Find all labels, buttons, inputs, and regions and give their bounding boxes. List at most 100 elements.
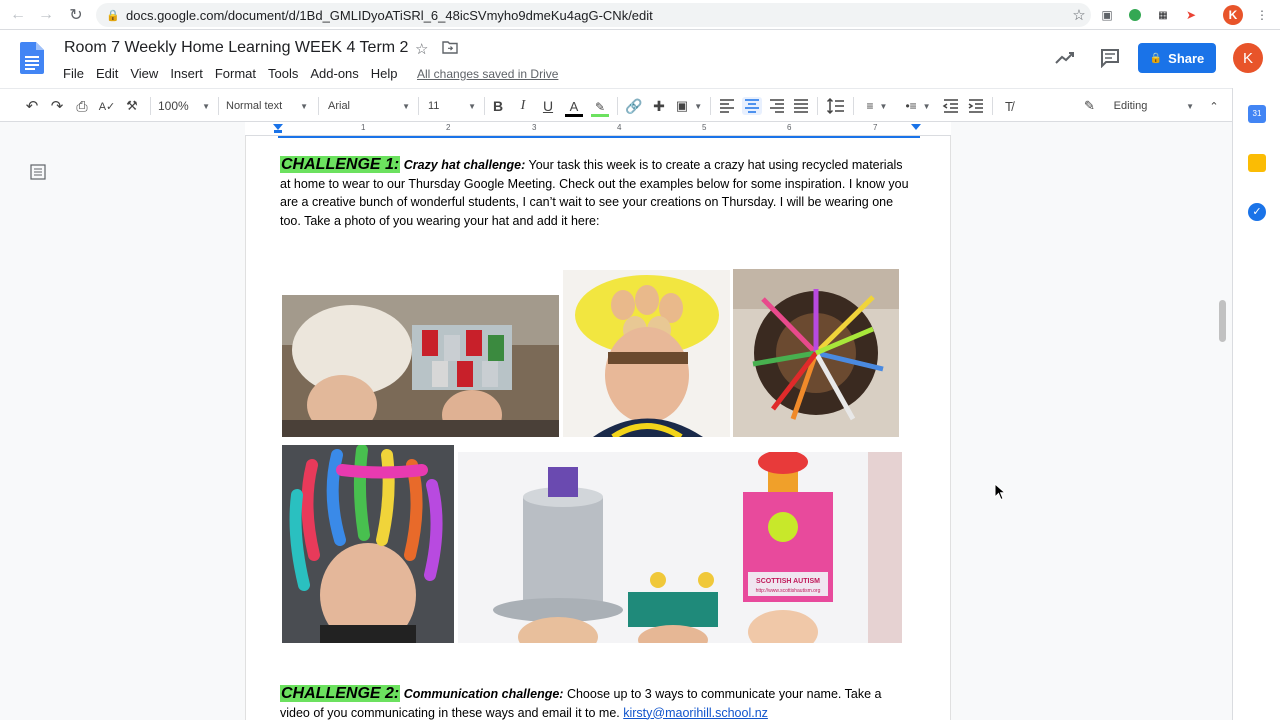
justify-icon[interactable] — [792, 97, 810, 115]
account-avatar[interactable]: K — [1233, 43, 1263, 73]
chevron-down-icon: ▼ — [922, 101, 931, 111]
zoom-select[interactable]: 100% ▼ — [158, 97, 210, 115]
hat-badge-text: SCOTTISH AUTISM — [756, 578, 820, 585]
document-title[interactable]: Room 7 Weekly Home Learning WEEK 4 Term … — [64, 39, 408, 57]
url-text[interactable]: docs.google.com/document/d/1Bd_GMLIDyoAT… — [126, 8, 1067, 23]
highlight-color-icon[interactable]: ✎ — [590, 97, 610, 119]
menu-view[interactable]: View — [124, 65, 164, 83]
menu-tools[interactable]: Tools — [262, 65, 304, 83]
tasks-icon[interactable]: ✓ — [1248, 203, 1266, 221]
chevron-down-icon: ▼ — [1186, 101, 1194, 111]
move-to-folder-icon[interactable] — [442, 40, 458, 54]
browser-menu-icon[interactable]: ⋮ — [1252, 5, 1272, 25]
menu-edit[interactable]: Edit — [90, 65, 124, 83]
star-icon[interactable]: ☆ — [415, 40, 428, 58]
editing-mode-label: Editing — [1113, 100, 1148, 112]
insert-image-icon[interactable]: ▣ ▼ — [674, 97, 704, 115]
clear-formatting-icon[interactable]: T̸ — [1000, 97, 1018, 115]
decrease-indent-icon[interactable] — [942, 97, 960, 115]
side-panel: 31 ✓ — [1232, 88, 1280, 720]
crazy-hat-photo-eggs[interactable] — [563, 270, 730, 437]
chevron-down-icon: ▼ — [468, 101, 476, 111]
horizontal-ruler[interactable]: 1 2 3 4 5 6 7 — [245, 122, 951, 136]
spellcheck-icon[interactable]: A✓ — [97, 97, 117, 115]
google-docs-logo-icon[interactable] — [20, 42, 44, 74]
hat-badge-url: http://www.scottishautism.org — [756, 588, 821, 594]
address-bar[interactable]: 🔒 docs.google.com/document/d/1Bd_GMLIDyo… — [96, 3, 1091, 27]
ruler-number: 7 — [873, 123, 878, 132]
calendar-icon[interactable]: 31 — [1248, 105, 1266, 123]
underline-icon[interactable]: U — [539, 97, 557, 115]
extension-icon-4[interactable]: ➤ — [1181, 5, 1201, 25]
browser-profile-avatar[interactable]: K — [1223, 5, 1243, 25]
back-icon[interactable]: ← — [4, 1, 32, 29]
font-value: Arial — [328, 100, 351, 112]
highlight-color-swatch — [591, 113, 609, 117]
align-center-icon[interactable] — [742, 97, 762, 115]
editing-mode-select[interactable]: ✎ Editing ▼ — [1084, 97, 1194, 115]
align-left-icon[interactable] — [718, 97, 736, 115]
menu-add-ons[interactable]: Add-ons — [304, 65, 364, 83]
teacher-email-link[interactable]: kirsty@maorihill.school.nz — [623, 706, 768, 720]
share-button[interactable]: 🔒 Share — [1138, 43, 1216, 73]
challenge-2-heading: CHALLENGE 2: — [280, 685, 401, 702]
insert-link-icon[interactable]: 🔗 — [624, 97, 644, 115]
crazy-hat-photo-flowers[interactable] — [733, 269, 899, 437]
share-button-label: Share — [1168, 50, 1205, 66]
extension-icon-1[interactable]: ▣ — [1097, 5, 1117, 25]
crazy-hat-photo-three-kids[interactable]: SCOTTISH AUTISM http://www.scottishautis… — [458, 452, 902, 643]
increase-indent-icon[interactable] — [967, 97, 985, 115]
add-comment-icon[interactable]: ✚ — [649, 97, 669, 115]
challenge-1-subheading: Crazy hat challenge: — [403, 158, 526, 172]
vertical-scrollbar-thumb[interactable] — [1219, 300, 1226, 342]
left-indent-marker-icon[interactable] — [273, 124, 283, 133]
forward-icon[interactable]: → — [32, 1, 60, 29]
hide-menus-icon[interactable]: ⌃ — [1206, 97, 1222, 115]
challenge-1-heading: CHALLENGE 1: — [280, 156, 401, 173]
keep-icon[interactable] — [1248, 154, 1266, 172]
bookmark-star-icon[interactable]: ☆ — [1067, 6, 1091, 24]
text-color-icon[interactable]: A — [564, 97, 584, 119]
redo-icon[interactable]: ↷ — [47, 97, 67, 115]
comment-history-icon[interactable] — [1100, 48, 1120, 68]
print-icon[interactable]: ⎙ — [72, 97, 92, 115]
reload-icon[interactable]: ↻ — [62, 1, 90, 29]
crazy-hat-photo-cans[interactable] — [282, 295, 559, 437]
bulleted-list-icon[interactable]: •≡ ▼ — [900, 97, 936, 115]
menu-file[interactable]: File — [57, 65, 90, 83]
activity-dashboard-icon[interactable] — [1054, 48, 1076, 68]
undo-icon[interactable]: ↶ — [22, 97, 42, 115]
paint-format-icon[interactable]: ⚒ — [122, 97, 142, 115]
lock-icon: 🔒 — [106, 10, 120, 22]
formatting-toolbar: ↶ ↷ ⎙ A✓ ⚒ 100% ▼ Normal text ▼ Arial ▼ 11 ▼… — [0, 88, 1232, 122]
page-top-border — [278, 136, 920, 138]
document-outline-icon[interactable] — [30, 164, 46, 180]
extension-icon-3[interactable]: ▦ — [1153, 5, 1173, 25]
ruler-number: 3 — [532, 123, 537, 132]
ruler-number: 6 — [787, 123, 792, 132]
menu-format[interactable]: Format — [209, 65, 262, 83]
font-size-select[interactable]: 11 ▼ — [428, 97, 476, 115]
numbered-list-icon[interactable]: ≡ ▼ — [860, 97, 894, 115]
challenge-1-paragraph[interactable]: CHALLENGE 1: Crazy hat challenge: Your t… — [280, 156, 910, 230]
challenge-2-paragraph[interactable]: CHALLENGE 2: Communication challenge: Ch… — [280, 685, 910, 720]
chevron-down-icon: ▼ — [402, 101, 410, 111]
style-select[interactable]: Normal text ▼ — [226, 97, 308, 115]
save-status[interactable]: All changes saved in Drive — [417, 65, 558, 83]
bold-icon[interactable]: B — [489, 97, 507, 115]
extension-icon-2[interactable] — [1125, 5, 1145, 25]
align-right-icon[interactable] — [768, 97, 786, 115]
italic-icon[interactable]: I — [514, 97, 532, 115]
crazy-hat-photo-paper-strips[interactable] — [282, 445, 454, 643]
font-size-value: 11 — [428, 100, 440, 112]
document-page[interactable]: CHALLENGE 1: Crazy hat challenge: Your t… — [245, 136, 951, 720]
docs-header: Room 7 Weekly Home Learning WEEK 4 Term … — [0, 30, 1280, 88]
menu-help[interactable]: Help — [365, 65, 404, 83]
chevron-down-icon: ▼ — [694, 101, 703, 111]
browser-toolbar: ← → ↻ 🔒 docs.google.com/document/d/1Bd_G… — [0, 0, 1280, 30]
right-indent-marker-icon[interactable] — [911, 124, 921, 131]
menu-insert[interactable]: Insert — [164, 65, 209, 83]
line-spacing-icon[interactable] — [826, 97, 846, 115]
text-color-swatch — [565, 114, 583, 117]
font-select[interactable]: Arial ▼ — [328, 97, 410, 115]
